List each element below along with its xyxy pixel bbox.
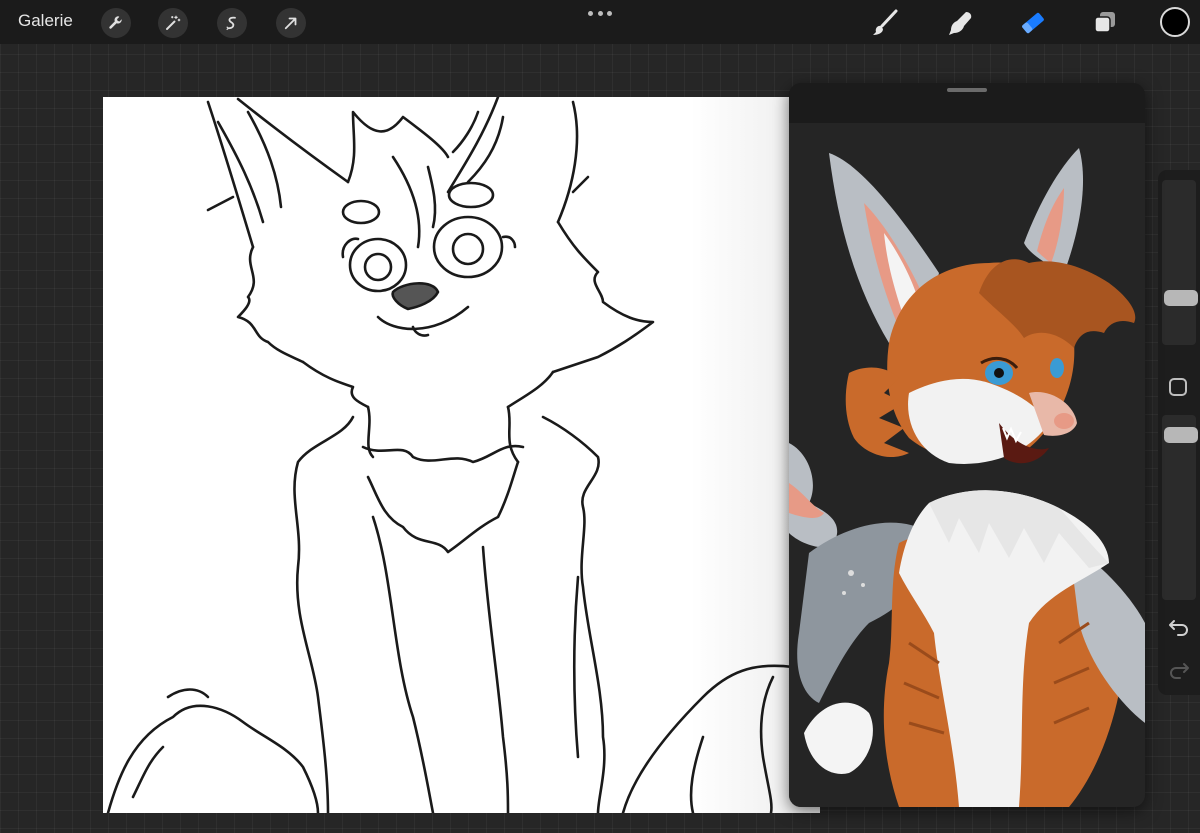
brush-size-slider[interactable]: [1162, 180, 1198, 345]
magic-wand-icon[interactable]: [158, 8, 188, 38]
fox-sketch-drawing: [106, 97, 795, 813]
arrow-cursor-icon[interactable]: [276, 8, 306, 38]
drawing-canvas[interactable]: [103, 97, 820, 813]
gallery-button[interactable]: Galerie: [18, 11, 73, 31]
smudge-finger-icon[interactable]: [943, 6, 977, 40]
eraser-icon[interactable]: [1016, 6, 1050, 40]
layers-icon[interactable]: [1088, 6, 1122, 40]
reference-header[interactable]: [789, 83, 1145, 123]
color-picker-button[interactable]: [1160, 7, 1190, 37]
brush-icon[interactable]: [868, 6, 902, 40]
brush-size-thumb[interactable]: [1164, 290, 1198, 306]
wrench-icon[interactable]: [101, 8, 131, 38]
reference-window[interactable]: [789, 83, 1145, 807]
opacity-slider[interactable]: [1162, 415, 1198, 600]
more-options-icon[interactable]: [588, 6, 612, 20]
undo-icon[interactable]: [1168, 615, 1190, 637]
selection-s-icon[interactable]: [217, 8, 247, 38]
square-modify-icon[interactable]: [1169, 378, 1187, 396]
redo-icon[interactable]: [1168, 658, 1190, 680]
fox-reference-illustration: [789, 148, 1145, 807]
drag-handle-icon[interactable]: [947, 88, 987, 92]
opacity-thumb[interactable]: [1164, 427, 1198, 443]
reference-image: [789, 123, 1145, 807]
brush-sidebar: [1158, 170, 1200, 695]
top-toolbar: Galerie: [0, 0, 1200, 44]
